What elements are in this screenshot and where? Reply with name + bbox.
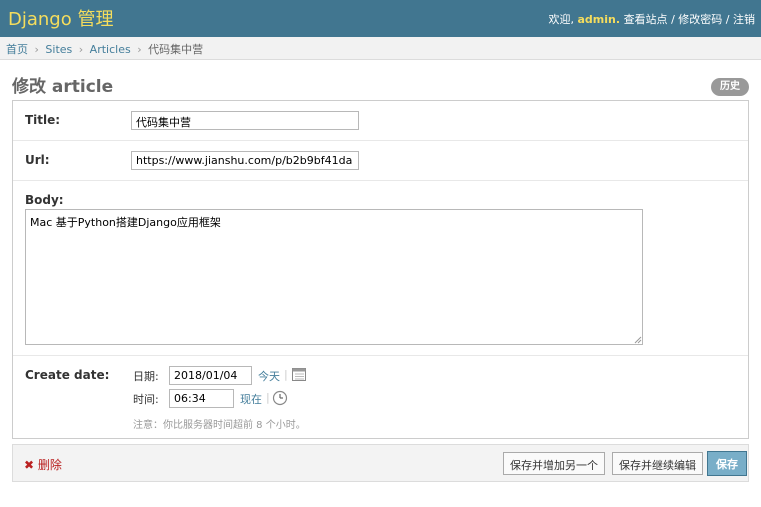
timezone-note: 注意：你比服务器时间超前 8 个小时。 (133, 420, 306, 431)
header-bar: Django 管理 欢迎, admin. 查看站点 / 修改密码 / 注销 (0, 0, 761, 37)
time-label: 时间: (133, 393, 159, 406)
url-label: Url: (25, 153, 50, 167)
page-title: 修改 article (12, 77, 114, 97)
article-form-fieldset: Title: 代码集中营 Url: https://www.jianshu.co… (12, 100, 749, 439)
welcome-text: 欢迎, (548, 13, 575, 26)
breadcrumb: 首页 › Sites › Articles › 代码集中营 (0, 37, 761, 60)
today-link[interactable]: 今天 (258, 368, 280, 384)
url-input[interactable]: https://www.jianshu.com/p/b2b9bf41da (131, 151, 359, 170)
change-password-link[interactable]: 修改密码 (678, 13, 722, 26)
date-input[interactable]: 2018/01/04 (169, 366, 252, 385)
date-shortcut-separator: | (284, 368, 288, 381)
username: admin. (577, 13, 621, 26)
user-tools-separator: / (725, 13, 730, 26)
date-label: 日期: (133, 370, 159, 383)
form-row-create-date: Create date: 日期: 2018/01/04 今天 | 时间: 06:… (13, 356, 748, 438)
save-and-continue-button[interactable]: 保存并继续编辑 (612, 452, 703, 475)
body-label: Body: (25, 193, 64, 207)
body-textarea[interactable]: Mac 基于Python搭建Django应用框架 (25, 209, 643, 345)
delete-icon: ✖ (24, 458, 35, 472)
time-input[interactable]: 06:34 (169, 389, 234, 408)
user-tools: 欢迎, admin. 查看站点 / 修改密码 / 注销 (549, 11, 756, 27)
create-date-label: Create date: (25, 368, 110, 382)
now-link[interactable]: 现在 (240, 391, 262, 407)
breadcrumb-home[interactable]: 首页 (6, 43, 28, 56)
form-row-title: Title: 代码集中营 (13, 101, 748, 141)
breadcrumb-separator: › (34, 43, 39, 56)
logout-link[interactable]: 注销 (733, 13, 755, 26)
title-label: Title: (25, 113, 61, 127)
breadcrumb-articles[interactable]: Articles (90, 43, 131, 56)
breadcrumb-current: 代码集中营 (148, 43, 204, 56)
site-branding[interactable]: Django 管理 (8, 5, 113, 31)
resize-handle-icon[interactable] (634, 336, 642, 344)
title-input[interactable]: 代码集中营 (131, 111, 359, 130)
save-and-add-another-button[interactable]: 保存并增加另一个 (503, 452, 605, 475)
view-site-link[interactable]: 查看站点 (624, 13, 668, 26)
breadcrumb-separator: › (137, 43, 142, 56)
time-shortcut-separator: | (266, 391, 270, 404)
submit-row: ✖ 删除 保存并增加另一个 保存并继续编辑 保存 (12, 444, 749, 482)
form-row-url: Url: https://www.jianshu.com/p/b2b9bf41d… (13, 141, 748, 181)
delete-link[interactable]: ✖ 删除 (24, 456, 62, 473)
breadcrumb-separator: › (78, 43, 84, 56)
user-tools-separator: / (671, 13, 675, 26)
breadcrumb-sites[interactable]: Sites (45, 43, 72, 56)
save-button[interactable]: 保存 (707, 451, 747, 476)
calendar-icon[interactable] (292, 367, 307, 382)
form-row-body: Body: Mac 基于Python搭建Django应用框架 (13, 181, 748, 356)
clock-icon[interactable] (272, 390, 288, 406)
delete-label: 删除 (37, 458, 62, 472)
history-button[interactable]: 历史 (711, 78, 749, 96)
